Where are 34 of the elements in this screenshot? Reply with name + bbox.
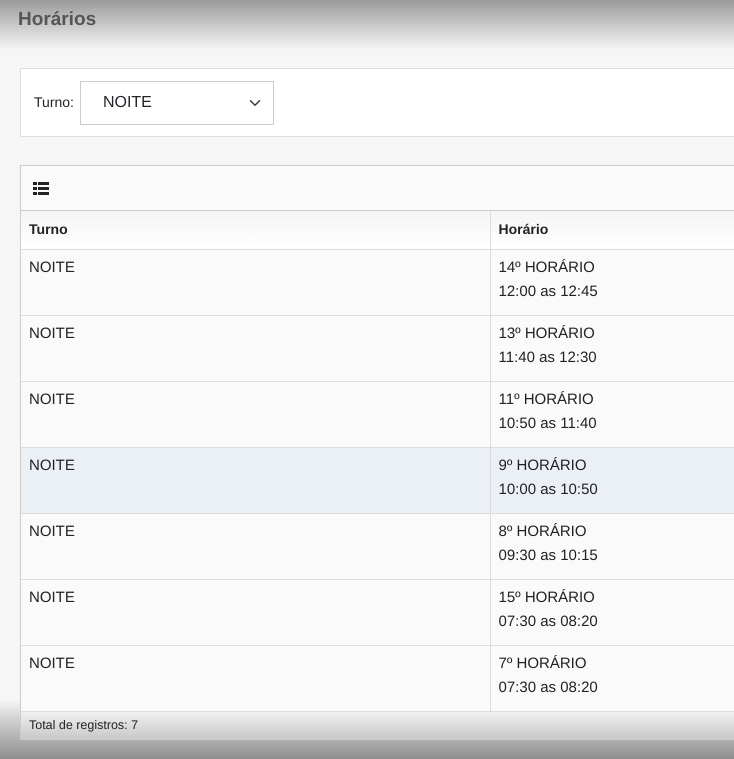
slot-time: 10:50 as 11:40	[498, 414, 598, 434]
slot-time: 11:40 as 12:30	[498, 348, 598, 368]
slot-name: 14º HORÁRIO	[498, 258, 596, 278]
turno-text: NOITE	[29, 258, 75, 276]
slot-time: 07:30 as 08:20	[498, 678, 599, 698]
slot-time: 07:30 as 08:20	[498, 612, 599, 632]
table-row[interactable]: NOITE 15º HORÁRIO 07:30 as 08:20	[21, 579, 734, 645]
slot-name: 15º HORÁRIO	[498, 588, 596, 608]
turno-select[interactable]: NOITE	[80, 80, 274, 124]
slot-time: 12:00 as 12:45	[498, 282, 599, 302]
turno-text: NOITE	[29, 390, 75, 408]
table-row[interactable]: NOITE 7º HORÁRIO 07:30 as 08:20	[21, 645, 734, 711]
page-title: Horários	[18, 9, 96, 30]
table-row[interactable]: NOITE 14º HORÁRIO 12:00 as 12:45	[21, 249, 734, 315]
table-row[interactable]: NOITE 11º HORÁRIO 10:50 as 11:40	[21, 381, 734, 447]
table-row[interactable]: NOITE 8º HORÁRIO 09:30 as 10:15	[21, 513, 734, 579]
slot-name: 7º HORÁRIO	[498, 654, 588, 674]
turno-text: NOITE	[29, 324, 75, 342]
turno-text: NOITE	[29, 588, 75, 606]
slot-name: 11º HORÁRIO	[498, 390, 595, 410]
slot-name: 9º HORÁRIO	[498, 456, 588, 476]
field-label: Turno:	[34, 93, 74, 112]
slot-time: 10:00 as 10:50	[498, 480, 599, 500]
turno-text: NOITE	[29, 456, 75, 474]
list-icon[interactable]	[33, 182, 49, 194]
table-row[interactable]: NOITE 13º HORÁRIO 11:40 as 12:30	[21, 315, 734, 381]
record-count: Total de registros: 7	[29, 718, 138, 732]
slot-name: 13º HORÁRIO	[498, 324, 596, 344]
slot-name: 8º HORÁRIO	[498, 522, 588, 542]
column-header[interactable]: Horário	[498, 221, 548, 238]
turno-text: NOITE	[29, 654, 75, 672]
slot-time: 09:30 as 10:15	[498, 546, 599, 566]
column-header[interactable]: Turno	[29, 221, 68, 238]
turno-text: NOITE	[29, 522, 75, 540]
